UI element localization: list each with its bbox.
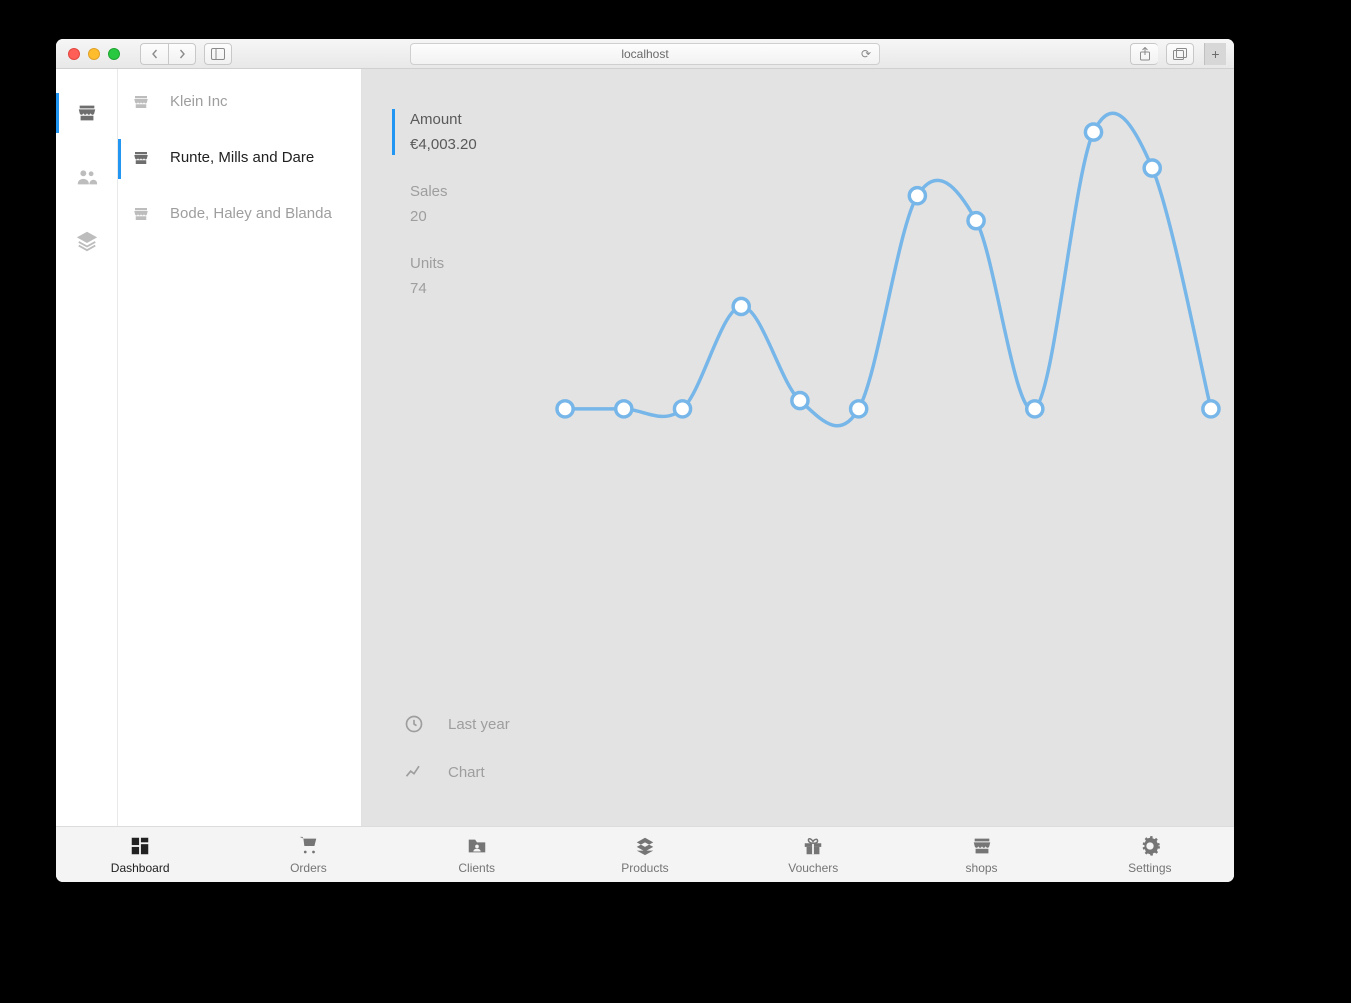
zoom-window-button[interactable] xyxy=(108,48,120,60)
bottom-nav: Dashboard Orders Clients Products Vouche… xyxy=(56,826,1234,882)
reload-icon[interactable]: ⟳ xyxy=(861,47,871,61)
nav-label: Products xyxy=(621,861,668,875)
close-window-button[interactable] xyxy=(68,48,80,60)
folder-person-icon xyxy=(466,835,488,857)
metric-value: 20 xyxy=(410,208,477,225)
period-label: Last year xyxy=(448,716,510,733)
mini-sidebar-products[interactable] xyxy=(56,209,117,273)
nav-label: Vouchers xyxy=(788,861,838,875)
share-button[interactable] xyxy=(1130,43,1158,65)
metric-sales[interactable]: Sales 20 xyxy=(392,183,477,225)
people-icon xyxy=(76,166,98,188)
address-bar[interactable]: localhost ⟳ xyxy=(410,43,880,65)
line-chart-icon xyxy=(404,762,424,782)
nav-shops[interactable]: shops xyxy=(917,835,1047,875)
chart-controls: Last year Chart xyxy=(404,714,510,782)
shop-list-item[interactable]: Klein Inc xyxy=(118,75,361,131)
nav-vouchers[interactable]: Vouchers xyxy=(748,835,878,875)
nav-dashboard[interactable]: Dashboard xyxy=(75,835,205,875)
nav-label: Settings xyxy=(1128,861,1171,875)
minimize-window-button[interactable] xyxy=(88,48,100,60)
view-label: Chart xyxy=(448,764,485,781)
store-icon xyxy=(971,835,993,857)
shop-list-item[interactable]: Bode, Haley and Blanda xyxy=(118,187,361,243)
gear-icon xyxy=(1139,835,1161,857)
sidebar-toggle-button[interactable] xyxy=(204,43,232,65)
store-icon xyxy=(132,93,150,115)
traffic-lights xyxy=(68,48,120,60)
line-chart xyxy=(542,109,1234,455)
metric-value: 74 xyxy=(410,280,477,297)
gift-icon xyxy=(802,835,824,857)
metric-value: €4,003.20 xyxy=(410,136,477,153)
nav-label: Dashboard xyxy=(111,861,170,875)
cart-icon xyxy=(297,835,319,857)
nav-clients[interactable]: Clients xyxy=(412,835,542,875)
titlebar: localhost ⟳ + xyxy=(56,39,1234,69)
address-text: localhost xyxy=(621,47,668,61)
mini-sidebar-shops[interactable] xyxy=(56,81,117,145)
tabs-button[interactable] xyxy=(1166,43,1194,65)
shop-list-item[interactable]: Runte, Mills and Dare xyxy=(118,131,361,187)
metric-label: Units xyxy=(410,255,477,272)
store-icon xyxy=(76,102,98,124)
store-icon xyxy=(132,149,150,171)
mini-sidebar xyxy=(56,69,118,826)
back-button[interactable] xyxy=(140,43,168,65)
shop-list-item-label: Bode, Haley and Blanda xyxy=(170,203,332,226)
forward-button[interactable] xyxy=(168,43,196,65)
safari-window: localhost ⟳ + xyxy=(56,39,1234,882)
main-panel: Amount €4,003.20 Sales 20 Units 74 Last … xyxy=(362,69,1234,826)
nav-label: Clients xyxy=(458,861,495,875)
new-tab-button[interactable]: + xyxy=(1204,43,1226,65)
dashboard-icon xyxy=(129,835,151,857)
shop-list: Klein Inc Runte, Mills and Dare Bode, Ha… xyxy=(118,69,362,826)
metrics: Amount €4,003.20 Sales 20 Units 74 xyxy=(392,111,477,297)
shop-list-item-label: Runte, Mills and Dare xyxy=(170,147,314,170)
nav-label: Orders xyxy=(290,861,327,875)
shop-list-item-label: Klein Inc xyxy=(170,91,228,114)
nav-products[interactable]: Products xyxy=(580,835,710,875)
app-body: Klein Inc Runte, Mills and Dare Bode, Ha… xyxy=(56,69,1234,826)
layers-icon xyxy=(634,835,656,857)
metric-units[interactable]: Units 74 xyxy=(392,255,477,297)
store-icon xyxy=(132,205,150,227)
clock-icon xyxy=(404,714,424,734)
metric-label: Sales xyxy=(410,183,477,200)
nav-buttons xyxy=(140,43,196,65)
period-selector[interactable]: Last year xyxy=(404,714,510,734)
nav-orders[interactable]: Orders xyxy=(243,835,373,875)
mini-sidebar-clients[interactable] xyxy=(56,145,117,209)
layers-icon xyxy=(76,230,98,252)
view-selector[interactable]: Chart xyxy=(404,762,510,782)
nav-label: shops xyxy=(966,861,998,875)
metric-amount[interactable]: Amount €4,003.20 xyxy=(392,111,477,153)
metric-label: Amount xyxy=(410,111,477,128)
nav-settings[interactable]: Settings xyxy=(1085,835,1215,875)
